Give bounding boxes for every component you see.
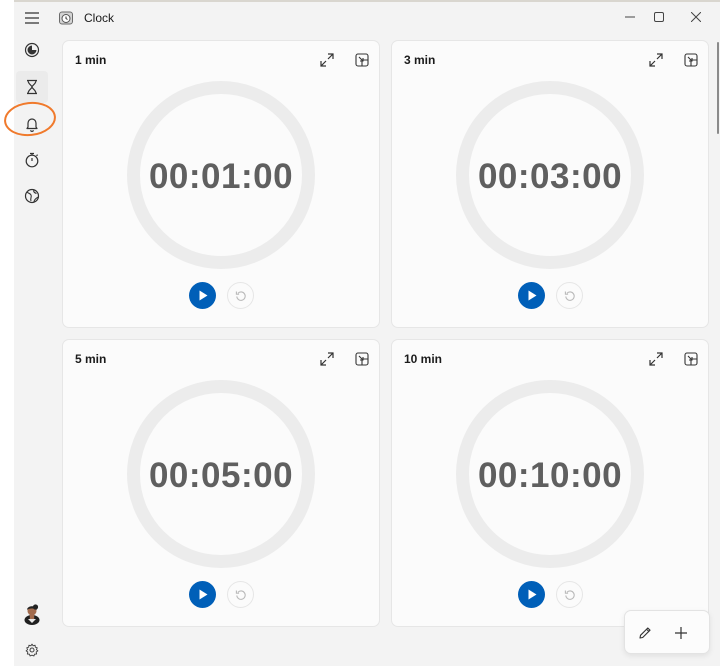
expand-button[interactable] (316, 49, 338, 71)
timer-card[interactable]: 1 min 00:01:00 (62, 40, 380, 328)
desktop-edge (0, 0, 14, 666)
nav-focus-sessions[interactable] (16, 34, 48, 66)
keep-on-top-button[interactable] (351, 49, 373, 71)
hourglass-icon (27, 79, 37, 95)
play-button[interactable] (189, 581, 216, 608)
focus-icon (24, 42, 40, 58)
minimize-icon (625, 16, 635, 18)
close-icon (691, 12, 701, 22)
reset-button[interactable] (556, 581, 583, 608)
reset-icon (564, 589, 575, 600)
stopwatch-icon (25, 152, 39, 168)
reset-icon (235, 290, 246, 301)
pencil-icon (639, 627, 651, 639)
play-icon (199, 589, 207, 600)
nav-stopwatch[interactable] (16, 144, 48, 176)
timer-card[interactable]: 3 min 00:03:00 (391, 40, 709, 328)
maximize-icon (654, 12, 664, 22)
expand-icon (320, 352, 334, 366)
reset-icon (235, 589, 246, 600)
expand-button[interactable] (645, 49, 667, 71)
expand-button[interactable] (316, 348, 338, 370)
play-icon (528, 290, 536, 301)
keep-on-top-button[interactable] (680, 49, 702, 71)
reset-button[interactable] (556, 282, 583, 309)
timer-label: 10 min (404, 352, 443, 366)
expand-icon (649, 53, 663, 67)
play-button[interactable] (518, 282, 545, 309)
pip-icon (684, 352, 698, 366)
play-button[interactable] (189, 282, 216, 309)
close-button[interactable] (678, 2, 714, 32)
keep-on-top-button[interactable] (351, 348, 373, 370)
scrollbar[interactable] (717, 42, 719, 134)
navigation-rail (2, 34, 58, 666)
plus-icon (675, 627, 687, 639)
pip-icon (355, 352, 369, 366)
timer-card[interactable]: 5 min 00:05:00 (62, 339, 380, 627)
hamburger-menu-icon[interactable] (18, 6, 46, 30)
edit-timers-button[interactable] (633, 621, 657, 645)
window-title: Clock (84, 11, 115, 25)
expand-icon (649, 352, 663, 366)
maximize-button[interactable] (641, 2, 677, 32)
nav-alarm[interactable] (16, 108, 48, 140)
play-icon (199, 290, 207, 301)
timer-grid: 1 min 00:01:00 3 min 00:03:00 5 min 00:0… (52, 40, 720, 666)
timer-time: 00:05:00 (148, 456, 294, 495)
timer-card[interactable]: 10 min 00:10:00 (391, 339, 709, 627)
clock-window: Clock 1 min 00:01:00 3 min 00:03:00 5 mi… (2, 2, 720, 666)
globe-icon (24, 188, 40, 204)
timer-time: 00:10:00 (477, 456, 623, 495)
reset-button[interactable] (227, 581, 254, 608)
timer-label: 5 min (75, 352, 107, 366)
timer-time: 00:03:00 (477, 157, 623, 196)
add-timer-button[interactable] (669, 621, 693, 645)
keep-on-top-button[interactable] (680, 348, 702, 370)
timer-label: 1 min (75, 53, 107, 67)
edit-add-toolbar (624, 610, 710, 654)
pip-icon (684, 53, 698, 67)
timer-time: 00:01:00 (148, 157, 294, 196)
timer-label: 3 min (404, 53, 436, 67)
play-button[interactable] (518, 581, 545, 608)
play-icon (528, 589, 536, 600)
account-avatar[interactable] (16, 598, 48, 630)
reset-button[interactable] (227, 282, 254, 309)
pip-icon (355, 53, 369, 67)
bell-icon (26, 118, 38, 132)
avatar (24, 604, 40, 625)
reset-icon (564, 290, 575, 301)
expand-button[interactable] (645, 348, 667, 370)
settings-button[interactable] (16, 634, 48, 666)
clock-app-icon (58, 10, 74, 26)
nav-world-clock[interactable] (16, 180, 48, 212)
expand-icon (320, 53, 334, 67)
gear-icon (25, 643, 39, 657)
title-bar: Clock (14, 2, 720, 34)
nav-timer[interactable] (16, 71, 48, 103)
